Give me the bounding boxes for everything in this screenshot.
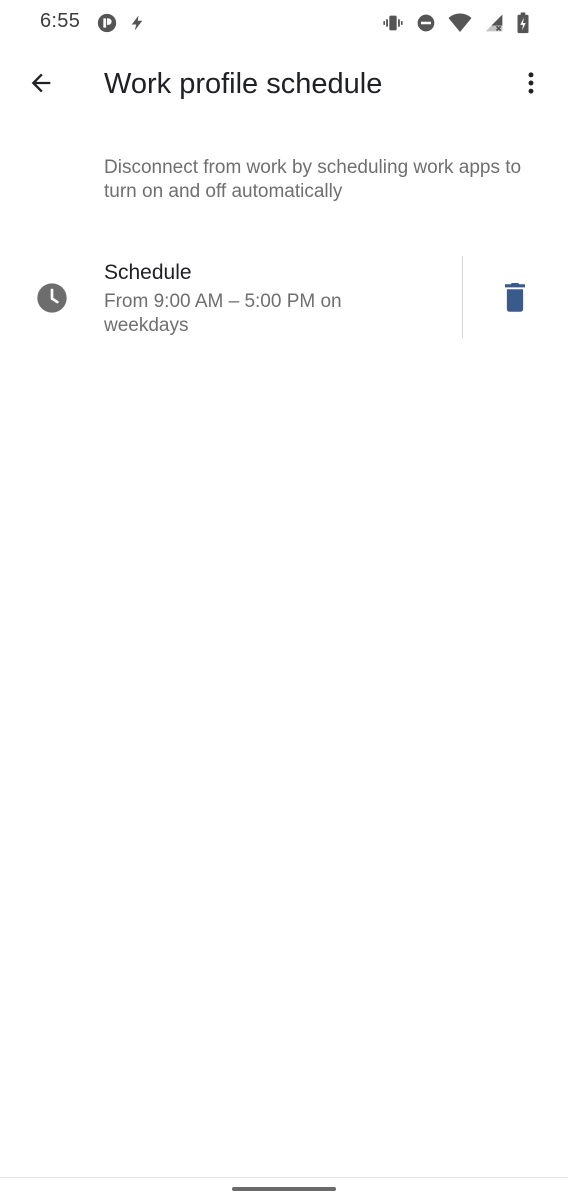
more-options-button[interactable]: [512, 64, 550, 102]
do-not-disturb-icon: [417, 14, 435, 32]
page-title: Work profile schedule: [104, 68, 383, 100]
schedule-title: Schedule: [104, 261, 192, 284]
gesture-nav-handle[interactable]: [232, 1187, 336, 1191]
status-left-icons: [96, 12, 146, 34]
status-bar: 6:55: [0, 0, 568, 46]
schedule-item[interactable]: Schedule From 9:00 AM – 5:00 PM on weekd…: [0, 250, 462, 346]
cell-signal-no-service-icon: [485, 14, 503, 32]
more-vert-icon: [528, 72, 534, 94]
schedule-row: Schedule From 9:00 AM – 5:00 PM on weekd…: [0, 250, 568, 346]
app-bar: Work profile schedule: [0, 50, 568, 120]
app-notification-icon: [97, 13, 117, 33]
arrow-back-icon: [31, 73, 51, 93]
back-button[interactable]: [22, 64, 60, 102]
flash-icon: [131, 15, 143, 31]
row-divider: [462, 256, 463, 338]
page-description: Disconnect from work by scheduling work …: [104, 157, 522, 202]
delete-schedule-button[interactable]: [490, 276, 540, 320]
screen: 6:55 Work profile schedule Disconnect fr…: [0, 0, 568, 1200]
clock-icon: [37, 283, 67, 313]
delete-icon: [505, 283, 525, 312]
nav-divider: [0, 1177, 568, 1178]
status-time: 6:55: [40, 10, 81, 32]
wifi-icon: [448, 13, 472, 32]
battery-charging-icon: [517, 12, 529, 34]
vibrate-icon: [383, 15, 403, 31]
status-right-icons: [382, 12, 530, 34]
schedule-summary: From 9:00 AM – 5:00 PM on weekdays: [104, 291, 342, 336]
